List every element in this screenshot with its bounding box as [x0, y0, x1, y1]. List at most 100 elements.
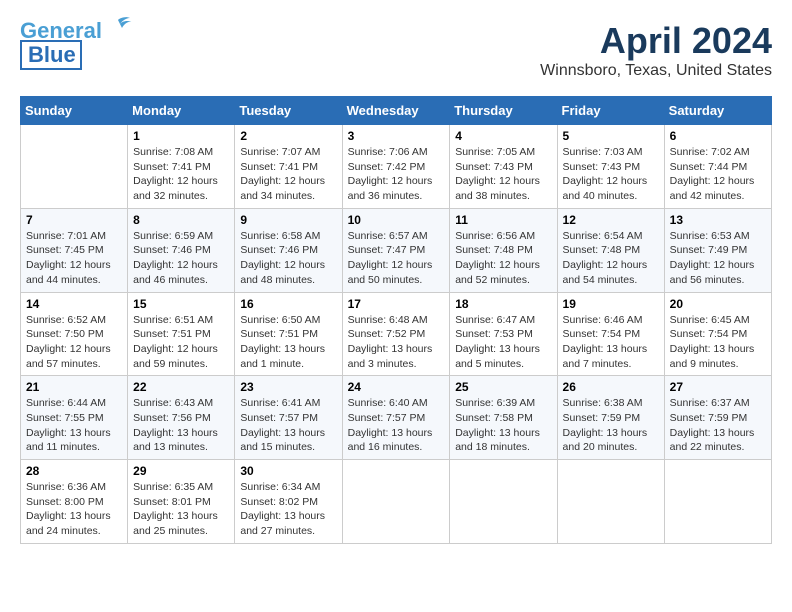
calendar-cell: 2 Sunrise: 7:07 AM Sunset: 7:41 PM Daylig…	[235, 125, 342, 209]
day-number: 23	[240, 380, 336, 394]
day-number: 7	[26, 213, 122, 227]
calendar-cell: 11 Sunrise: 6:56 AM Sunset: 7:48 PM Dayli…	[450, 208, 557, 292]
calendar-cell: 18 Sunrise: 6:47 AM Sunset: 7:53 PM Dayli…	[450, 292, 557, 376]
calendar-cell: 15Sunrise: 6:51 AM Sunset: 7:51 PM Dayli…	[128, 292, 235, 376]
day-number: 15	[133, 297, 229, 311]
day-number: 16	[240, 297, 336, 311]
day-info: Sunrise: 6:36 AM Sunset: 8:00 PM Dayligh…	[26, 480, 122, 539]
calendar-cell: 14 Sunrise: 6:52 AM Sunset: 7:50 PM Dayli…	[21, 292, 128, 376]
month-title: April 2024	[540, 20, 772, 62]
day-info: Sunrise: 6:53 AM Sunset: 7:49 PM Dayligh…	[670, 229, 766, 288]
col-header-monday: Monday	[128, 97, 235, 125]
calendar-cell: 9 Sunrise: 6:58 AM Sunset: 7:46 PM Daylig…	[235, 208, 342, 292]
calendar-cell: 16 Sunrise: 6:50 AM Sunset: 7:51 PM Dayli…	[235, 292, 342, 376]
day-info: Sunrise: 6:45 AM Sunset: 7:54 PM Dayligh…	[670, 313, 766, 372]
day-info: Sunrise: 6:41 AM Sunset: 7:57 PM Dayligh…	[240, 396, 336, 455]
calendar-cell: 21 Sunrise: 6:44 AM Sunset: 7:55 PM Dayli…	[21, 376, 128, 460]
calendar-cell	[342, 460, 450, 544]
day-number: 24	[348, 380, 445, 394]
calendar-cell: 3 Sunrise: 7:06 AM Sunset: 7:42 PM Daylig…	[342, 125, 450, 209]
calendar-cell: 28 Sunrise: 6:36 AM Sunset: 8:00 PM Dayli…	[21, 460, 128, 544]
location-title: Winnsboro, Texas, United States	[540, 62, 772, 80]
day-number: 18	[455, 297, 551, 311]
day-info: Sunrise: 7:02 AM Sunset: 7:44 PM Dayligh…	[670, 145, 766, 204]
calendar-cell: 8 Sunrise: 6:59 AM Sunset: 7:46 PM Daylig…	[128, 208, 235, 292]
day-number: 4	[455, 129, 551, 143]
day-number: 12	[563, 213, 659, 227]
day-number: 25	[455, 380, 551, 394]
calendar-cell: 27 Sunrise: 6:37 AM Sunset: 7:59 PM Dayli…	[664, 376, 771, 460]
calendar-cell: 7 Sunrise: 7:01 AM Sunset: 7:45 PM Daylig…	[21, 208, 128, 292]
day-number: 2	[240, 129, 336, 143]
calendar-table: SundayMondayTuesdayWednesdayThursdayFrid…	[20, 96, 772, 544]
calendar-cell	[557, 460, 664, 544]
calendar-cell: 23 Sunrise: 6:41 AM Sunset: 7:57 PM Dayli…	[235, 376, 342, 460]
day-number: 10	[348, 213, 445, 227]
day-number: 9	[240, 213, 336, 227]
day-number: 28	[26, 464, 122, 478]
day-number: 27	[670, 380, 766, 394]
day-info: Sunrise: 6:50 AM Sunset: 7:51 PM Dayligh…	[240, 313, 336, 372]
title-block: April 2024 Winnsboro, Texas, United Stat…	[540, 20, 772, 80]
calendar-cell: 17 Sunrise: 6:48 AM Sunset: 7:52 PM Dayli…	[342, 292, 450, 376]
col-header-thursday: Thursday	[450, 97, 557, 125]
day-number: 17	[348, 297, 445, 311]
day-info: Sunrise: 6:54 AM Sunset: 7:48 PM Dayligh…	[563, 229, 659, 288]
day-info: Sunrise: 6:46 AM Sunset: 7:54 PM Dayligh…	[563, 313, 659, 372]
day-info: Sunrise: 6:48 AM Sunset: 7:52 PM Dayligh…	[348, 313, 445, 372]
calendar-cell: 12 Sunrise: 6:54 AM Sunset: 7:48 PM Dayli…	[557, 208, 664, 292]
day-number: 14	[26, 297, 122, 311]
calendar-cell: 24 Sunrise: 6:40 AM Sunset: 7:57 PM Dayli…	[342, 376, 450, 460]
day-info: Sunrise: 7:06 AM Sunset: 7:42 PM Dayligh…	[348, 145, 445, 204]
day-info: Sunrise: 6:58 AM Sunset: 7:46 PM Dayligh…	[240, 229, 336, 288]
calendar-cell	[21, 125, 128, 209]
day-number: 3	[348, 129, 445, 143]
day-info: Sunrise: 6:47 AM Sunset: 7:53 PM Dayligh…	[455, 313, 551, 372]
day-number: 13	[670, 213, 766, 227]
calendar-cell: 22 Sunrise: 6:43 AM Sunset: 7:56 PM Dayli…	[128, 376, 235, 460]
day-info: Sunrise: 6:37 AM Sunset: 7:59 PM Dayligh…	[670, 396, 766, 455]
day-info: Sunrise: 6:52 AM Sunset: 7:50 PM Dayligh…	[26, 313, 122, 372]
day-info: Sunrise: 6:34 AM Sunset: 8:02 PM Dayligh…	[240, 480, 336, 539]
page-header: General Blue April 2024 Winnsboro, Texas…	[20, 20, 772, 80]
day-number: 6	[670, 129, 766, 143]
day-info: Sunrise: 6:57 AM Sunset: 7:47 PM Dayligh…	[348, 229, 445, 288]
day-info: Sunrise: 7:08 AM Sunset: 7:41 PM Dayligh…	[133, 145, 229, 204]
day-info: Sunrise: 6:56 AM Sunset: 7:48 PM Dayligh…	[455, 229, 551, 288]
day-number: 26	[563, 380, 659, 394]
calendar-cell: 5Sunrise: 7:03 AM Sunset: 7:43 PM Daylig…	[557, 125, 664, 209]
calendar-cell: 30Sunrise: 6:34 AM Sunset: 8:02 PM Dayli…	[235, 460, 342, 544]
day-info: Sunrise: 6:38 AM Sunset: 7:59 PM Dayligh…	[563, 396, 659, 455]
day-number: 19	[563, 297, 659, 311]
day-info: Sunrise: 7:03 AM Sunset: 7:43 PM Dayligh…	[563, 145, 659, 204]
day-number: 29	[133, 464, 229, 478]
logo: General Blue	[20, 20, 132, 70]
day-info: Sunrise: 7:05 AM Sunset: 7:43 PM Dayligh…	[455, 145, 551, 204]
day-number: 1	[133, 129, 229, 143]
day-info: Sunrise: 6:44 AM Sunset: 7:55 PM Dayligh…	[26, 396, 122, 455]
calendar-cell	[664, 460, 771, 544]
day-info: Sunrise: 7:07 AM Sunset: 7:41 PM Dayligh…	[240, 145, 336, 204]
day-info: Sunrise: 7:01 AM Sunset: 7:45 PM Dayligh…	[26, 229, 122, 288]
calendar-cell: 1 Sunrise: 7:08 AM Sunset: 7:41 PM Daylig…	[128, 125, 235, 209]
logo-blue-text: Blue	[20, 40, 82, 70]
day-number: 20	[670, 297, 766, 311]
day-number: 22	[133, 380, 229, 394]
calendar-cell: 10 Sunrise: 6:57 AM Sunset: 7:47 PM Dayli…	[342, 208, 450, 292]
calendar-cell: 6 Sunrise: 7:02 AM Sunset: 7:44 PM Daylig…	[664, 125, 771, 209]
logo-text: General	[20, 20, 102, 42]
calendar-cell: 20 Sunrise: 6:45 AM Sunset: 7:54 PM Dayli…	[664, 292, 771, 376]
day-number: 8	[133, 213, 229, 227]
logo-bird-icon	[104, 16, 132, 38]
day-info: Sunrise: 6:40 AM Sunset: 7:57 PM Dayligh…	[348, 396, 445, 455]
calendar-cell: 29Sunrise: 6:35 AM Sunset: 8:01 PM Dayli…	[128, 460, 235, 544]
day-info: Sunrise: 6:43 AM Sunset: 7:56 PM Dayligh…	[133, 396, 229, 455]
col-header-wednesday: Wednesday	[342, 97, 450, 125]
day-number: 11	[455, 213, 551, 227]
calendar-cell: 25 Sunrise: 6:39 AM Sunset: 7:58 PM Dayli…	[450, 376, 557, 460]
calendar-cell: 4 Sunrise: 7:05 AM Sunset: 7:43 PM Daylig…	[450, 125, 557, 209]
calendar-cell: 13 Sunrise: 6:53 AM Sunset: 7:49 PM Dayli…	[664, 208, 771, 292]
day-info: Sunrise: 6:39 AM Sunset: 7:58 PM Dayligh…	[455, 396, 551, 455]
day-info: Sunrise: 6:59 AM Sunset: 7:46 PM Dayligh…	[133, 229, 229, 288]
day-number: 21	[26, 380, 122, 394]
